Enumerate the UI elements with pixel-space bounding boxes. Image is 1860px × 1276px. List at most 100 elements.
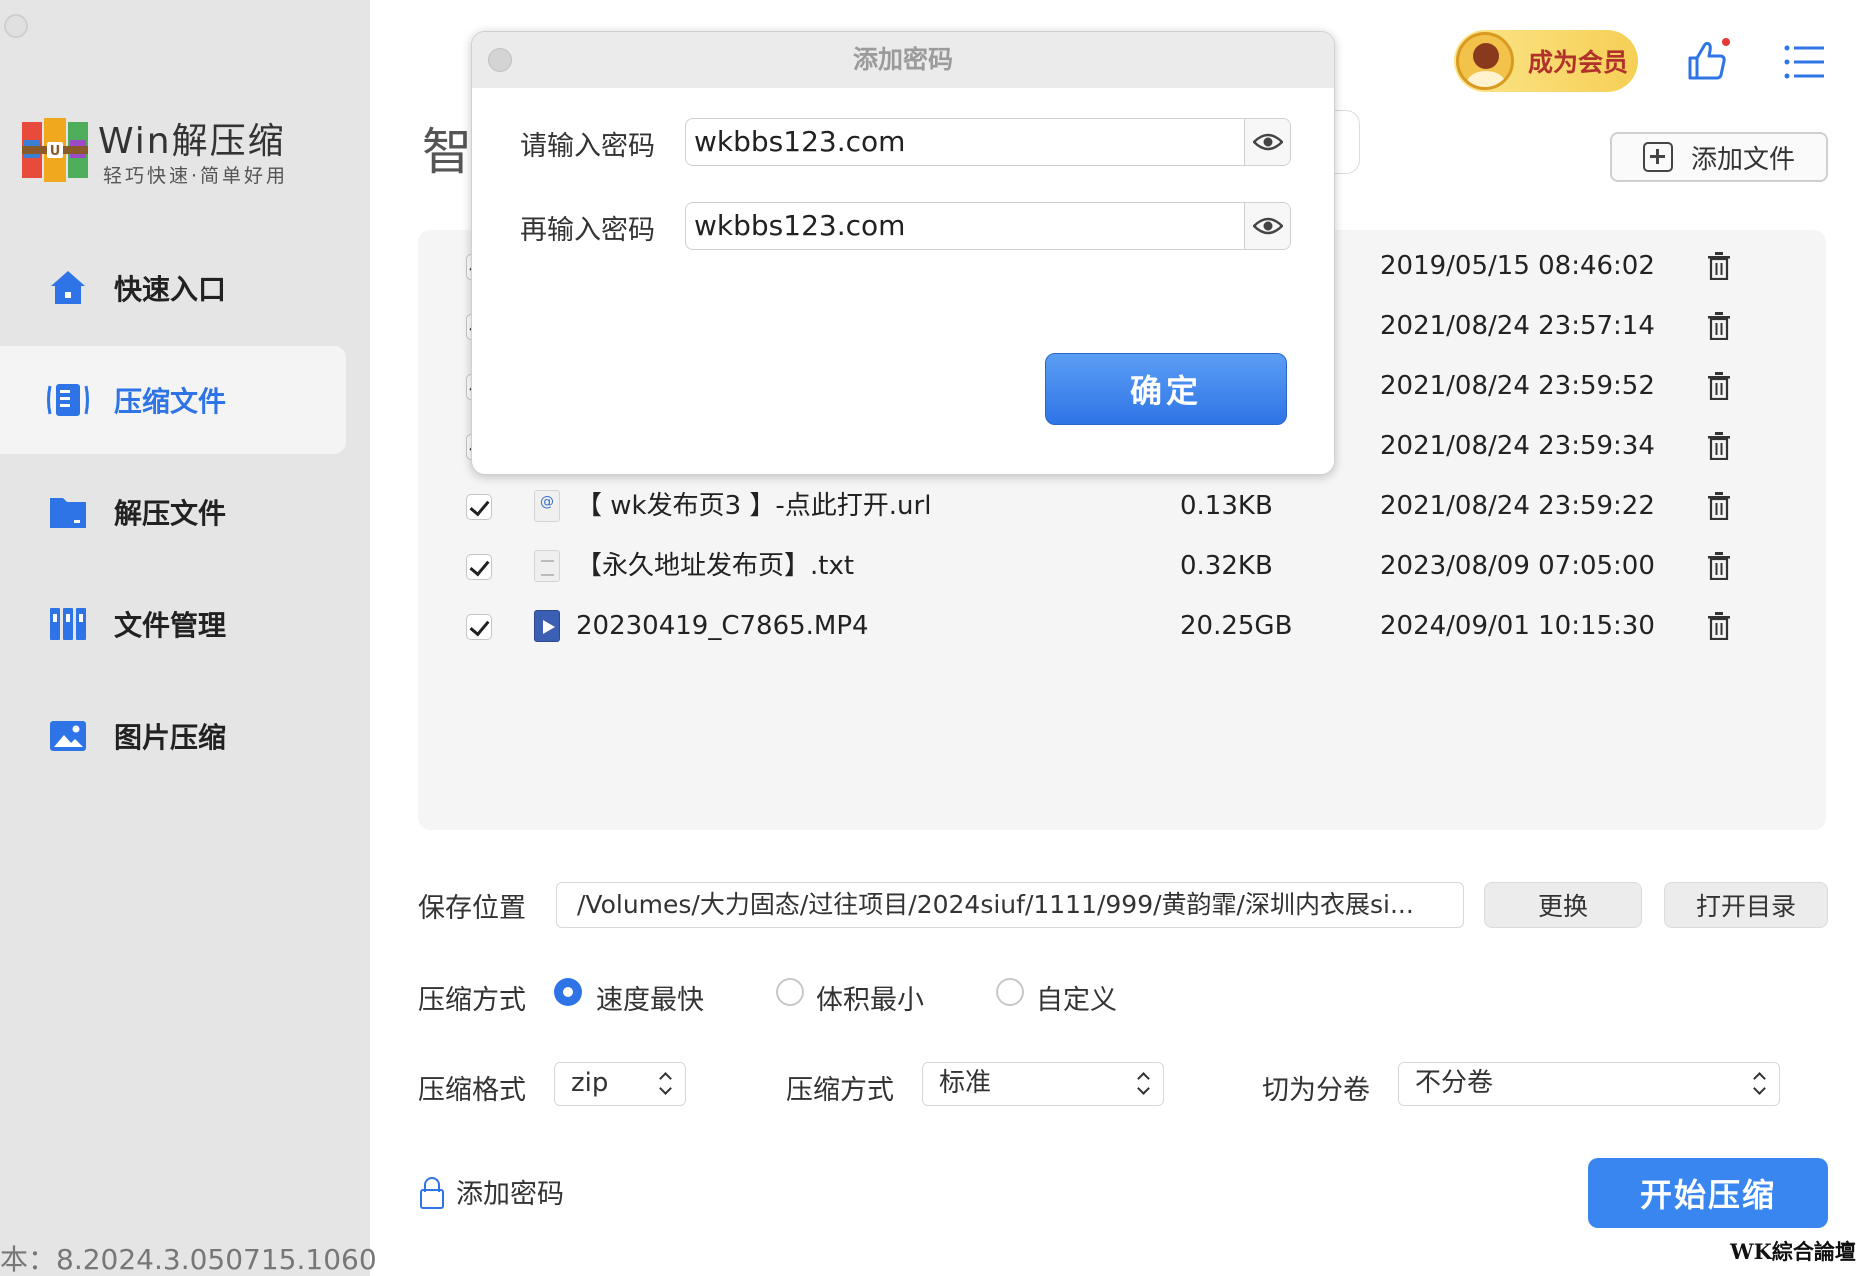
radio-custom[interactable]: [996, 978, 1024, 1006]
updown-chevron-icon: [1753, 1072, 1767, 1096]
sidebar-item-label: 解压文件: [114, 497, 227, 530]
updown-chevron-icon: [1137, 1072, 1151, 1096]
save-location-label: 保存位置: [418, 893, 526, 924]
eye-icon: [1252, 217, 1283, 235]
app-logo-icon: U: [22, 118, 88, 182]
confirm-password-field[interactable]: wkbbs123.com: [685, 202, 1291, 250]
image-icon: [46, 714, 90, 758]
sidebar-item-label: 图片压缩: [114, 721, 227, 754]
window-close-button[interactable]: [4, 14, 28, 38]
format-select[interactable]: zip: [554, 1062, 686, 1106]
password-value: wkbbs123.com: [694, 125, 906, 158]
method-select[interactable]: 标准: [922, 1062, 1164, 1106]
file-date: 2024/09/01 10:15:30: [1380, 611, 1655, 641]
text-file-icon: [534, 550, 560, 582]
menu-icon[interactable]: [1784, 44, 1824, 80]
sidebar-item-compress[interactable]: 压缩文件: [0, 346, 346, 454]
dialog-titlebar: 添加密码: [472, 32, 1334, 88]
start-compress-button[interactable]: 开始压缩: [1588, 1158, 1828, 1228]
app-name: Win解压缩: [98, 121, 286, 162]
table-row[interactable]: 【永久地址发布页】.txt 0.32KB 2023/08/09 07:05:00: [418, 544, 1826, 596]
open-directory-button[interactable]: 打开目录: [1664, 882, 1828, 928]
password-label: 请输入密码: [520, 131, 655, 162]
trash-icon[interactable]: [1708, 552, 1730, 580]
file-date: 2019/05/15 08:46:02: [1380, 251, 1655, 281]
option-smallest-label[interactable]: 体积最小: [816, 978, 924, 1017]
confirm-password-label: 再输入密码: [520, 215, 655, 246]
watermark: WK綜合論壇: [1730, 1239, 1856, 1264]
trash-icon[interactable]: [1708, 432, 1730, 460]
show-password-toggle[interactable]: [1244, 203, 1290, 249]
files-icon: [46, 602, 90, 646]
radio-fastest[interactable]: [554, 978, 582, 1006]
member-label: 成为会员: [1528, 48, 1629, 77]
row-checkbox[interactable]: [466, 494, 492, 520]
method-value: 标准: [939, 1068, 992, 1098]
radio-smallest[interactable]: [776, 978, 804, 1006]
sidebar-item-file-manager[interactable]: 文件管理: [0, 570, 346, 678]
split-value: 不分卷: [1415, 1068, 1494, 1098]
row-checkbox[interactable]: [466, 554, 492, 580]
trash-icon[interactable]: [1708, 312, 1730, 340]
trash-icon[interactable]: [1708, 372, 1730, 400]
file-date: 2023/08/09 07:05:00: [1380, 551, 1655, 581]
updown-chevron-icon: [659, 1072, 673, 1096]
table-row[interactable]: 20230419_C7865.MP4 20.25GB 2024/09/01 10…: [418, 604, 1826, 656]
file-date: 2021/08/24 23:59:34: [1380, 431, 1655, 461]
change-path-button[interactable]: 更换: [1484, 882, 1642, 928]
page-title: 智: [422, 123, 472, 181]
compress-format-label: 压缩格式: [418, 1075, 526, 1106]
avatar: [1456, 32, 1514, 90]
sidebar-item-label: 快速入口: [114, 273, 227, 306]
dialog-title: 添加密码: [852, 45, 953, 74]
file-date: 2021/08/24 23:57:14: [1380, 311, 1655, 341]
file-name: 20230419_C7865.MP4: [576, 611, 869, 641]
compress-icon: [46, 378, 90, 422]
version-text: 本：8.2024.3.050715.1060: [0, 1243, 377, 1276]
compress-mode-label: 压缩方式: [418, 985, 526, 1016]
split-volume-label: 切为分卷: [1262, 1075, 1370, 1106]
show-password-toggle[interactable]: [1244, 119, 1290, 165]
split-select[interactable]: 不分卷: [1398, 1062, 1780, 1106]
ok-button[interactable]: 确定: [1045, 353, 1287, 425]
add-file-label: 添加文件: [1690, 144, 1795, 175]
become-member-button[interactable]: 成为会员: [1454, 30, 1638, 92]
trash-icon[interactable]: [1708, 252, 1730, 280]
row-checkbox[interactable]: [466, 614, 492, 640]
trash-icon[interactable]: [1708, 492, 1730, 520]
sidebar-item-image-compress[interactable]: 图片压缩: [0, 682, 346, 790]
confirm-password-value: wkbbs123.com: [694, 209, 906, 242]
password-field[interactable]: wkbbs123.com: [685, 118, 1291, 166]
file-date: 2021/08/24 23:59:52: [1380, 371, 1655, 401]
add-password-label: 添加密码: [456, 1179, 564, 1210]
add-password-dialog: 添加密码 请输入密码 wkbbs123.com 再输入密码 wkbbs123.c…: [471, 31, 1335, 475]
option-fastest-label[interactable]: 速度最快: [596, 978, 704, 1017]
file-size: 0.13KB: [1180, 491, 1273, 521]
thumbs-up-icon[interactable]: [1686, 38, 1730, 82]
svg-text:U: U: [50, 144, 61, 159]
add-file-button[interactable]: 添加文件: [1610, 132, 1828, 182]
format-value: zip: [571, 1068, 609, 1098]
add-password-link[interactable]: 添加密码: [420, 1172, 564, 1211]
table-row[interactable]: 【 wk发布页3 】-点此打开.url 0.13KB 2021/08/24 23…: [418, 484, 1826, 536]
sidebar-item-extract[interactable]: 解压文件: [0, 458, 346, 566]
url-file-icon: [534, 490, 560, 522]
sidebar-item-quick-entry[interactable]: 快速入口: [0, 234, 346, 342]
lock-icon: [420, 1176, 444, 1209]
compress-method-label: 压缩方式: [786, 1075, 894, 1106]
eye-icon: [1252, 133, 1283, 151]
sidebar: U Win解压缩 轻巧快速·简单好用 快速入口 压缩文件 解压文件 文件管理 图…: [0, 0, 377, 1276]
sidebar-item-label: 压缩文件: [114, 385, 227, 418]
file-name: 【永久地址发布页】.txt: [576, 551, 855, 581]
save-path-field[interactable]: /Volumes/大力固态/过往项目/2024siuf/1111/999/黄韵霏…: [556, 882, 1464, 928]
option-custom-label[interactable]: 自定义: [1036, 978, 1117, 1017]
file-date: 2021/08/24 23:59:22: [1380, 491, 1655, 521]
trash-icon[interactable]: [1708, 612, 1730, 640]
sidebar-item-label: 文件管理: [114, 609, 227, 642]
plus-icon: [1642, 142, 1673, 172]
file-size: 20.25GB: [1180, 611, 1293, 641]
app-slogan: 轻巧快速·简单好用: [103, 165, 289, 187]
file-name: 【 wk发布页3 】-点此打开.url: [576, 491, 932, 521]
dialog-close-button[interactable]: [488, 48, 512, 72]
home-icon: [46, 266, 90, 310]
